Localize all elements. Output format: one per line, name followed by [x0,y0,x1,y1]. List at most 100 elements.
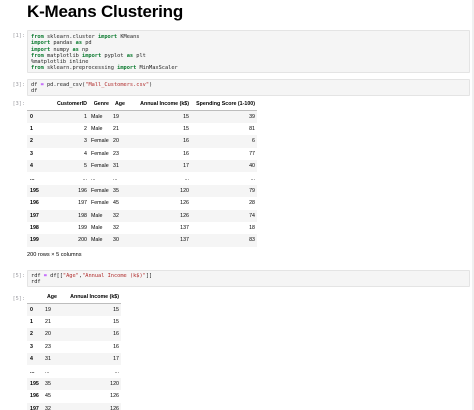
table-row: 197 198 Male 32 126 74 [27,209,257,222]
table-cell: 1 [84,113,87,120]
table-cell: 40 [249,163,255,170]
column-header: Age [43,291,59,304]
table-row: 3 4 Female 23 16 77 [27,148,257,160]
table-cell: 3 [84,138,87,145]
table-cell: 196 [78,187,87,194]
code-cell-read-csv[interactable]: df = pd.read_csv("Mall_Customers.csv") df [27,79,470,96]
code-line: rdf [31,279,152,285]
row-index: 195 [30,187,39,194]
table-cell: Female [91,200,109,207]
code-text: pyplot [101,52,127,59]
column-header [27,98,49,111]
cell-prompt: [1]: [12,33,26,39]
row-index: 2 [30,331,33,338]
code-cell-imports[interactable]: from sklearn.cluster import KMeans import… [27,30,470,73]
table-cell: 137 [180,225,189,232]
code-keyword: from [31,34,44,40]
table-cell: 120 [180,187,189,194]
code-text: pd [82,40,92,47]
table-row: 195 196 Female 35 120 79 [27,184,257,198]
row-index: 2 [30,138,33,145]
table-cell: 23 [113,150,119,157]
code-text: df [31,82,41,88]
table-cell: 20 [45,331,51,338]
table-row: 4 31 17 [27,352,121,366]
table-row: .................. [27,172,257,184]
row-index: 1 [30,318,33,325]
table-row: 0 1 Male 19 15 39 [27,110,257,123]
code-string: "Mall_Customers.csv" [85,82,150,88]
table-cell: 31 [45,356,51,363]
table-cell: 77 [249,150,255,157]
table-cell: Female [91,150,109,157]
table-cell: 20 [113,138,119,145]
row-index: 1 [30,125,33,132]
table-row: 0 19 15 [27,303,121,316]
code-line: rdf = df[["Age","Annual Income (k$)"]] [31,273,152,279]
row-index: ... [30,368,35,375]
row-index: 197 [30,212,39,219]
page-title: K-Means Clustering [27,2,184,21]
table-cell: ... [114,368,119,375]
table-cell: 6 [252,138,255,145]
row-index: ... [30,175,35,182]
code-string: "Annual Income (k$)" [82,273,146,279]
table-row: 196 45 126 [27,390,121,402]
table-cell: ... [250,175,255,182]
table-cell: 79 [249,187,255,194]
table-cell: Female [91,187,109,194]
code-keyword: import [117,65,137,72]
code-keyword: from [31,52,44,59]
table-row: 199 200 Male 30 137 83 [27,234,257,247]
table-row: ......... [27,365,121,377]
table-cell: Female [91,163,109,170]
table-cell: 200 [78,237,87,244]
code-editor[interactable]: rdf = df[["Age","Annual Income (k$)"]] rd… [31,273,152,286]
code-keyword: import [31,46,51,53]
table-cell: 74 [249,212,255,219]
row-index: 196 [30,200,39,207]
table-cell: Male [91,212,103,219]
code-editor[interactable]: df = pd.read_csv("Mall_Customers.csv") df [31,82,152,95]
table-cell: 21 [45,318,51,325]
table-cell: ... [82,175,87,182]
code-editor[interactable]: from sklearn.cluster import KMeans import… [31,34,178,72]
code-text: sklearn.preprocessing [43,65,118,72]
table-row: 196 197 Female 45 126 28 [27,197,257,209]
table-header-row: CustomerID Genre Age Annual Income (k$) Spen… [27,98,257,111]
table-row: 1 2 Male 21 15 81 [27,123,257,135]
cell-prompt: [3]: [12,82,26,88]
code-text: df [31,88,38,95]
table-cell: 35 [113,187,119,194]
table-cell: 137 [180,237,189,244]
table-cell: 15 [113,306,119,313]
table-cell: 21 [113,125,119,132]
table-cell: 16 [183,138,189,145]
table-row: 1 21 15 [27,316,121,328]
column-header: Genre [89,98,111,111]
row-index: 0 [30,113,33,120]
table-cell: 197 [78,200,87,207]
table-cell: ... [91,175,96,182]
table-cell: 15 [113,318,119,325]
code-text: pd.read_csv( [43,82,86,88]
table-cell: 39 [249,113,255,120]
table-row: 2 3 Female 20 16 6 [27,135,257,148]
table-cell: 81 [249,125,255,132]
row-index: 197 [30,405,39,410]
table-cell: ... [113,175,118,182]
table-cell: 5 [84,163,87,170]
row-index: 195 [30,380,39,387]
table-cell: 2 [84,125,87,132]
output-prompt: [5]: [12,296,26,302]
code-cell-select-columns[interactable]: rdf = df[["Age","Annual Income (k$)"]] rd… [27,270,470,287]
code-text: rdf [31,279,41,286]
table-cell: 32 [113,225,119,232]
dataframe-shape-text: 200 rows × 5 columns [27,252,82,258]
table-cell: Female [91,138,109,145]
table-cell: 126 [110,393,119,400]
table-cell: 28 [249,200,255,207]
row-index: 196 [30,393,39,400]
code-string: "Age" [62,273,79,279]
code-keyword: import [31,40,51,47]
